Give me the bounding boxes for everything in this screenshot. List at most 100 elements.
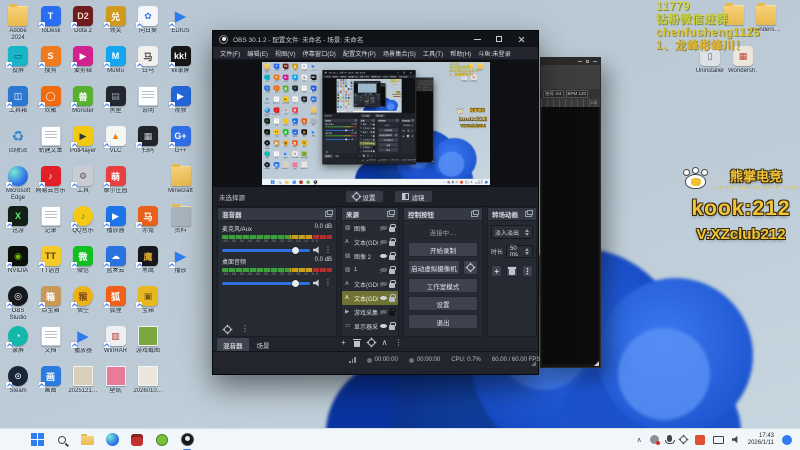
virtual-camera-button[interactable]: 启动虚拟摄像机 [408,260,460,275]
source-row[interactable]: A 文本(GDI+) 3 [342,235,398,249]
desktop-icon[interactable]: ▶ EDIUS [166,6,196,35]
desktop-icon[interactable]: 说明 [133,86,163,115]
desktop-icon[interactable]: 2026010… [133,366,163,395]
desktop-icon[interactable]: ♪ QQ音乐 [68,206,98,235]
lock-icon[interactable] [389,251,396,260]
volume-slider[interactable] [222,279,310,287]
desktop-icon[interactable]: 马白马 [133,46,163,75]
desktop-icon[interactable]: ▥ WinRAR [101,326,131,355]
desktop-icon[interactable]: ◎ OBS Studio [3,286,33,321]
popout-icon[interactable] [471,210,479,217]
edge-button[interactable] [105,433,119,447]
desktop-icon[interactable]: kk! kk录屏 [166,46,196,75]
desktop-icon[interactable]: ☁ 蓝奏云 [101,246,131,275]
source-row[interactable]: ▨ 图像 2 [342,249,398,263]
tab-scenes[interactable]: 场景 [251,338,276,352]
desktop-icon[interactable]: ▣ 宝箱 [133,286,163,315]
desktop-icon[interactable]: 马赤兔 [133,206,163,235]
lock-icon[interactable] [389,293,396,302]
desktop-icon[interactable]: ▭ 投屏 [3,46,33,75]
source-row[interactable]: ▭显示器采集 [342,319,398,333]
desktop-icon[interactable]: 兑领奖 [101,6,131,35]
resize-grip[interactable] [594,361,599,366]
virtual-camera-settings-button[interactable] [463,260,478,275]
desktop-icon[interactable]: M MuMu [101,46,131,75]
desktop-icon[interactable]: 记录 [36,206,66,235]
desktop-icon[interactable]: Adobe 2024 [3,4,33,41]
visibility-eye-icon[interactable] [380,310,387,314]
daw-titlebar[interactable] [541,58,600,65]
lock-icon[interactable] [389,265,396,274]
volume-slider[interactable] [222,246,310,254]
move-source-up-button[interactable]: ∧ [382,338,388,347]
desktop-icon[interactable]: 萌摩尔庄园 [101,166,131,195]
background-app-window[interactable]: 拍号 4/4 BPM 120 105 [540,57,601,368]
control-button[interactable]: 设置 [408,296,478,311]
transition-select[interactable]: 淡入淡出 [491,225,533,239]
desktop-icon[interactable]: ⚙ 工具 [68,166,98,195]
source-row[interactable]: A 文本(GDI+) 2 [342,277,398,291]
microphone-icon[interactable] [665,435,676,444]
track-menu-icon[interactable]: ⋮ [324,246,332,254]
remove-source-button[interactable] [352,338,361,347]
menu-item[interactable]: 场景集合(S) [383,49,416,58]
desktop-icon[interactable]: 兽 Monster [68,86,98,115]
menu-item[interactable]: 文件(F) [220,49,240,58]
desktop-icon[interactable]: 壁纸 [101,366,131,395]
visibility-eye-icon[interactable] [380,296,387,300]
file-explorer-button[interactable] [80,433,94,447]
menu-item[interactable]: 视图(V) [275,49,296,58]
notification-badge[interactable] [782,434,792,445]
desktop-icon[interactable]: ◔ 录屏 [3,326,33,355]
track-menu-icon[interactable]: ⋮ [324,279,332,287]
taskbar-obs-running[interactable] [180,433,194,450]
transitions-header[interactable]: 转场动画 [488,208,536,221]
obs-titlebar[interactable]: OBS 30.1.2 - 配置文件: 未命名 - 场景: 未命名 [213,31,538,47]
controls-header[interactable]: 控制按钮 [404,208,482,221]
minimize-button[interactable] [466,32,488,46]
visibility-eye-icon[interactable] [380,240,387,244]
scene-preview[interactable]: Adobe 2024 T ToDesk D2 Dota 2 兑领奖 ✿ 向日葵 ▶ EDIUS ▭ 投… [261,62,490,185]
desktop-icon[interactable]: S 搜狗 [36,46,66,75]
control-button[interactable]: 开始录制 [408,242,478,257]
popout-icon[interactable] [525,210,533,217]
source-row[interactable]: ▨ 1 [342,263,398,277]
taskbar-app-red[interactable] [130,433,144,447]
desktop-icon[interactable]: D2 Dota 2 [68,6,98,35]
desktop-icon[interactable]: 2025121… [68,366,98,395]
mixer-settings-icon[interactable] [224,325,231,333]
visibility-eye-icon[interactable] [380,268,387,272]
desktop-icon[interactable]: ▶ 播放器 [101,206,131,235]
desktop-icon[interactable]: Minecraft [166,164,196,195]
desktop-icon[interactable]: ▶ 视频 [166,86,196,115]
start-button[interactable] [30,433,44,447]
desktop-icon[interactable]: 资料 [166,204,196,235]
desktop-icon[interactable]: ♪ 网易云音乐 [36,166,66,195]
desktop-icon[interactable]: 狐狐狸 [101,286,131,315]
lock-icon[interactable] [389,307,396,316]
control-button[interactable]: 工作室模式 [408,278,478,293]
speaker-icon[interactable] [313,279,319,287]
desktop-icon[interactable]: 鹰黑鹰 [133,246,163,275]
tab-mixer[interactable]: 混音器 [217,338,249,352]
lock-icon[interactable] [389,321,396,330]
sources-menu-button[interactable]: ⋮ [395,338,403,347]
source-row[interactable]: ▨ 图像 [342,221,398,235]
tray-record-icon[interactable] [649,435,660,445]
source-properties-button[interactable]: 设置 [344,190,384,203]
desktop-icon[interactable]: T ToDesk [36,6,66,35]
resize-grip[interactable] [531,361,536,366]
desktop-icon[interactable]: TT TT语音 [36,246,66,275]
desktop-icon[interactable]: 游戏截图 [133,326,163,355]
menu-item[interactable]: 帮助(H) [450,49,471,58]
source-row[interactable]: A 文本(GDI+) [342,291,398,305]
desktop-icon[interactable]: X 迅游 [3,206,33,235]
mixer-menu-icon[interactable]: ⋮ [241,325,249,333]
desktop-icon[interactable]: ⊙ Steam [3,366,33,395]
visibility-eye-icon[interactable] [380,254,387,258]
desktop-icon[interactable]: Microsoft Edge [3,166,33,201]
control-button[interactable]: 退出 [408,314,478,329]
mixer-header[interactable]: 混音器 [218,208,336,221]
duration-input[interactable]: 50 ms [506,245,533,258]
desktop-icon[interactable]: ▶ 播放器 [68,326,98,355]
